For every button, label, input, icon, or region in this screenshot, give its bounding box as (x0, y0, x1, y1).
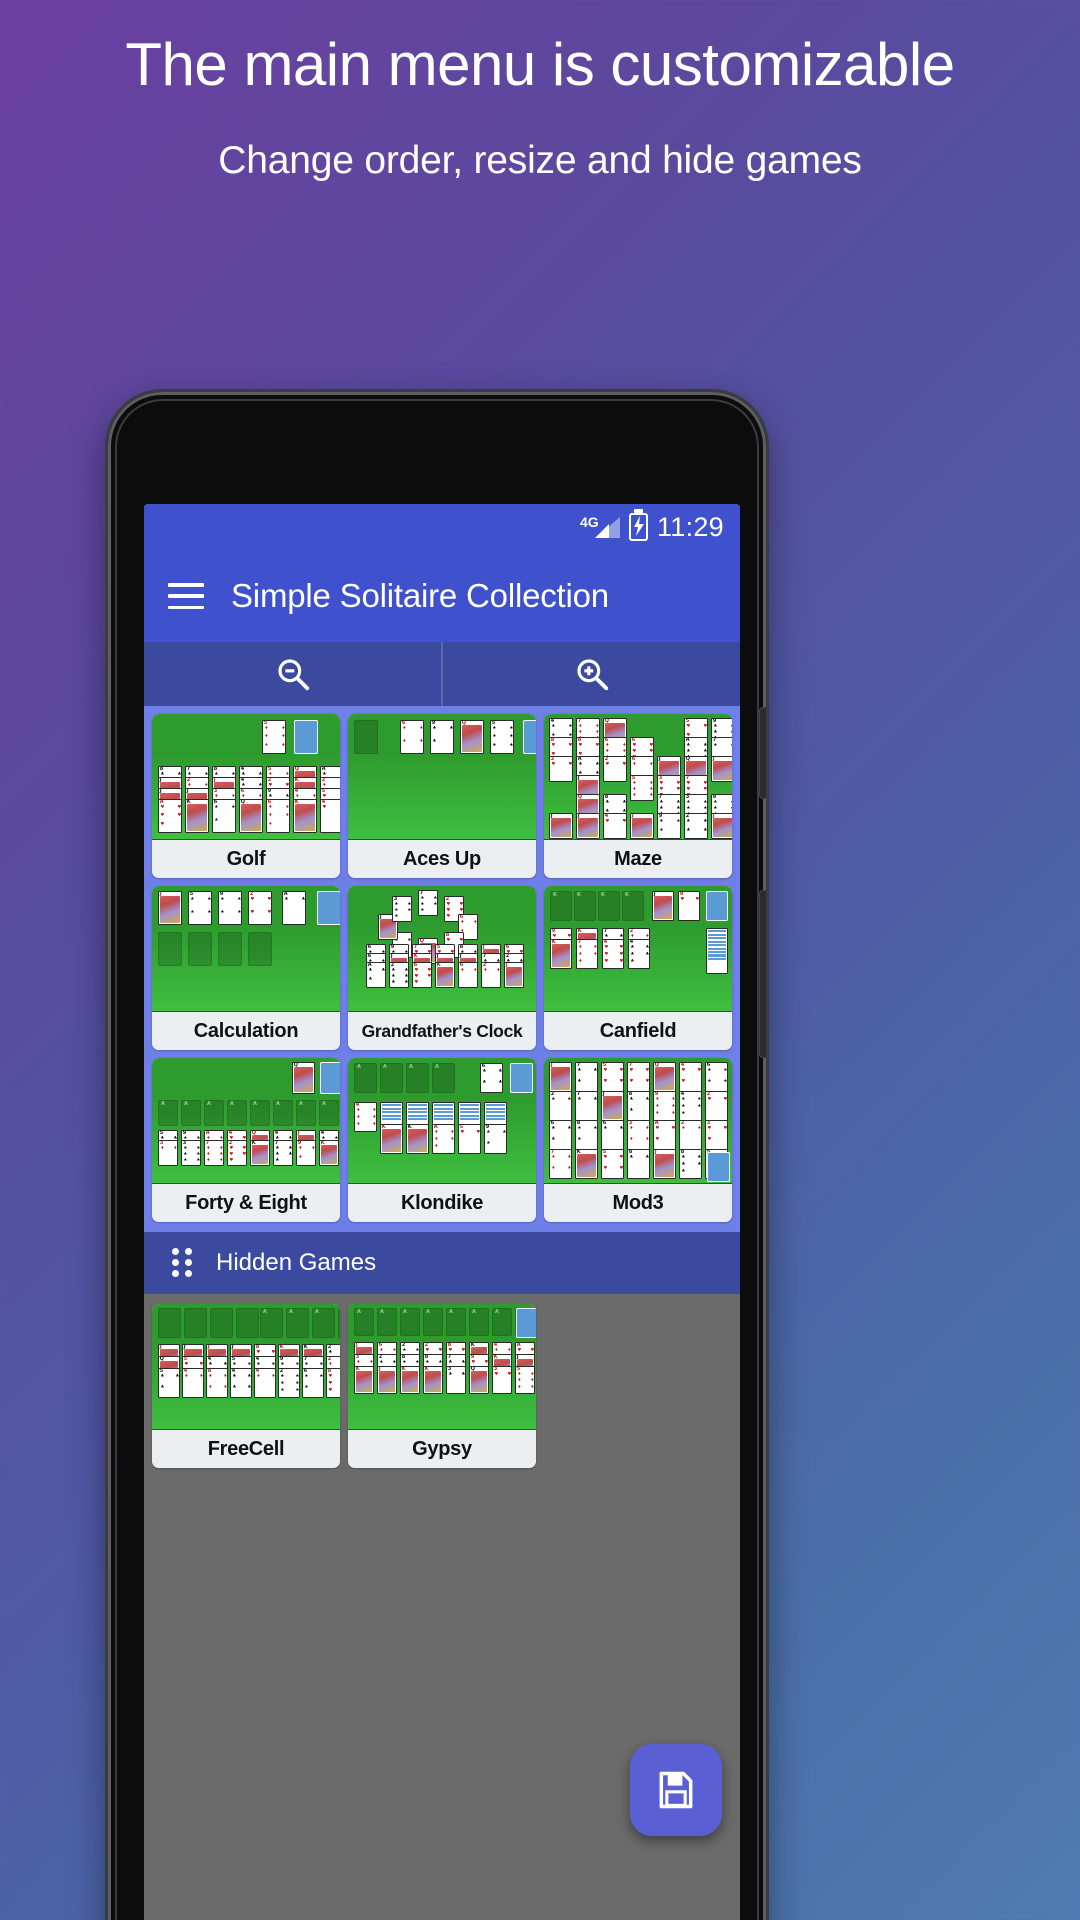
game-preview: 5♦♦♦♦♦♦8♣♣♣♣♣♣ J J A♥♥♥♥♥7♠♠2♦♦♦♦♦♦ J K … (152, 714, 340, 840)
game-preview: AAAAAAAA J 3♦♦ K 6♦♦♦♦♦♦2♠♠ J 2♠♠♠8♠♠♠♠♠… (348, 1304, 536, 1430)
zoom-in-button[interactable] (443, 642, 740, 706)
game-tile[interactable]: J 7 ♣ ♣ ♣ 5 ♥ ♥ ♥ ♥ 7 ♥ ♥ ♥ ♥ Q 4 ♥ ♥ ♥ 6 ♠ ♠ ♠ ♠ 2 ♠ ♠ 7 ♣ ♣ J 8 ♣ ♣… (544, 1058, 732, 1222)
battery-charging-icon (628, 509, 648, 541)
game-preview: KKKK J 9♥♥9♥♥♥♥♥ K K 7♦♦♦♦♦7♣♣♣4♥♥♥♥♥♥2♦… (544, 886, 732, 1012)
game-tile-label: FreeCell (152, 1430, 340, 1468)
game-tile[interactable]: AAAAAAAA J 3♦♦ K 6♦♦♦♦♦♦2♠♠ J 2♠♠♠8♠♠♠♠♠… (348, 1304, 536, 1468)
volume-button[interactable] (759, 890, 766, 1058)
game-preview: 4♠♠♠♠7♦♦♦♦♦♦ Q 5♥♥♥9♣♣♣♣♣♣8♥♥♥8♥♥♥6♦♦♦♦♦… (544, 714, 732, 840)
games-grid: 5♦♦♦♦♦♦8♣♣♣♣♣♣ J J A♥♥♥♥♥7♠♠2♦♦♦♦♦♦ J K … (152, 714, 732, 1222)
promo-title: The main menu is customizable (125, 31, 955, 98)
signal-bars-icon: 4G (580, 514, 620, 540)
game-tile-label: Klondike (348, 1184, 536, 1222)
game-preview: Q AAAAAAAA5♣♣3♦♦9♠♠♠♠3♠♠♠♠♠♠A♦♦♦7♦♦♦♦♦♦4… (152, 1058, 340, 1184)
zoom-out-icon (277, 659, 309, 691)
game-tile[interactable]: 4♠♠♠♠7♦♦♦♦♦♦ Q 5♥♥♥9♣♣♣♣♣♣8♥♥♥8♥♥♥6♦♦♦♦♦… (544, 714, 732, 878)
game-tile[interactable]: 5♦♦♦♦♦♦8♣♣♣♣♣♣ J J A♥♥♥♥♥7♠♠2♦♦♦♦♦♦ J K … (152, 714, 340, 878)
game-preview: 7♠♠♠♠♠2♥♥♥♥♥6♦♦♦8♥♥♥♥♥♥ Q 2♠♠♠ J 3♠♠♠♠♠6… (348, 886, 536, 1012)
hamburger-menu-icon[interactable] (168, 583, 204, 609)
power-button[interactable] (759, 707, 766, 799)
phone-screen: 4G 11:29 Simple Solitaire Collection 5 ♦… (144, 504, 740, 1920)
zoom-out-button[interactable] (144, 642, 441, 706)
game-tile-label: Forty & Eight (152, 1184, 340, 1222)
page-title: Simple Solitaire Collection (231, 577, 609, 614)
game-tile-label: Mod3 (544, 1184, 732, 1222)
game-tile-label: Grandfather's Clock (348, 1012, 536, 1050)
game-tile-label: Maze (544, 840, 732, 878)
save-button[interactable] (630, 1744, 722, 1836)
promo-subtitle: Change order, resize and hide games (218, 138, 862, 182)
status-bar-clock: 11:29 (656, 511, 724, 542)
game-tile-label: Gypsy (348, 1430, 536, 1468)
game-tile[interactable]: Q AAAAAAAA5♣♣3♦♦9♠♠♠♠3♠♠♠♠♠♠A♦♦♦7♦♦♦♦♦♦4… (152, 1058, 340, 1222)
game-tile-label: Aces Up (348, 840, 536, 878)
game-tile[interactable]: 6 ♦ ♦ ♦ ♦ 9 ♣ ♣ ♣ Q 5 ♠ ♠ ♠ ♠ ♠ ♠ Aces Up (348, 714, 536, 878)
game-preview: 6 ♦ ♦ ♦ ♦ 9 ♣ ♣ ♣ Q 5 ♠ ♠ ♠ ♠ ♠ ♠ (348, 714, 536, 840)
drag-handle-dots-icon[interactable] (172, 1248, 192, 1278)
game-tile[interactable]: J 5 ♠ ♠ ♠ ♠ 9 ♠ ♠ ♠ ♠ 2 ♥ ♥ ♥ ♥ A ♣ ♣ Calculation (152, 886, 340, 1050)
game-tile[interactable]: KKKK J 9♥♥9♥♥♥♥♥ K K 7♦♦♦♦♦7♣♣♣4♥♥♥♥♥♥2♦… (544, 886, 732, 1050)
game-preview: A A A A 6 ♣ ♣ ♣ ♣ 4 ♦ ♦ ♦ ♦ ♦ ♦ K K A ♦ ♦ ♦ ♦ ♦ 5 ♥ ♥ 9 ♠ ♠ ♠ (348, 1058, 536, 1184)
hidden-games-header[interactable]: Hidden Games (144, 1232, 740, 1294)
phone-mockup: 4G 11:29 Simple Solitaire Collection 5 ♦… (108, 392, 766, 1920)
game-preview: J 5 ♠ ♠ ♠ ♠ 9 ♠ ♠ ♠ ♠ 2 ♥ ♥ ♥ ♥ A ♣ ♣ (152, 886, 340, 1012)
signal-strength-icon (594, 517, 620, 538)
hidden-games-grid: AAAA J Q 5♣♣♣ J 5♥♥♥4♦♦ J 4♣♣♣♣♣8♦♦♦♦ J … (152, 1304, 732, 1468)
game-preview: J 7 ♣ ♣ ♣ 5 ♥ ♥ ♥ ♥ 7 ♥ ♥ ♥ ♥ Q 4 ♥ ♥ ♥ 6 ♠ ♠ ♠ ♠ 2 ♠ ♠ 7 ♣ ♣ J 8 ♣ ♣… (544, 1058, 732, 1184)
game-tile[interactable]: AAAA J Q 5♣♣♣ J 5♥♥♥4♦♦ J 4♣♣♣♣♣8♦♦♦♦ J … (152, 1304, 340, 1468)
games-grid-area: 5♦♦♦♦♦♦8♣♣♣♣♣♣ J J A♥♥♥♥♥7♠♠2♦♦♦♦♦♦ J K … (144, 706, 740, 1232)
game-tile[interactable]: A A A A 6 ♣ ♣ ♣ ♣ 4 ♦ ♦ ♦ ♦ ♦ ♦ K K A ♦ ♦ ♦ ♦ ♦ 5 ♥ ♥ 9 ♠ ♠ ♠ Klond… (348, 1058, 536, 1222)
game-preview: AAAA J Q 5♣♣♣ J 5♥♥♥4♦♦ J 4♣♣♣♣♣8♦♦♦♦ J … (152, 1304, 340, 1430)
status-bar: 4G 11:29 (144, 504, 740, 550)
promo-text-block: The main menu is customizable Change ord… (0, 30, 1080, 186)
hidden-games-area: AAAA J Q 5♣♣♣ J 5♥♥♥4♦♦ J 4♣♣♣♣♣8♦♦♦♦ J … (144, 1294, 740, 1482)
zoom-toolbar (144, 642, 740, 706)
game-tile-label: Canfield (544, 1012, 732, 1050)
game-tile-label: Golf (152, 840, 340, 878)
hidden-games-title: Hidden Games (216, 1249, 377, 1276)
game-tile[interactable]: 7♠♠♠♠♠2♥♥♥♥♥6♦♦♦8♥♥♥♥♥♥ Q 2♠♠♠ J 3♠♠♠♠♠6… (348, 886, 536, 1050)
zoom-in-icon (576, 659, 608, 691)
save-floppy-disk-icon (659, 1771, 693, 1809)
game-tile-label: Calculation (152, 1012, 340, 1050)
app-bar: Simple Solitaire Collection (144, 550, 740, 642)
